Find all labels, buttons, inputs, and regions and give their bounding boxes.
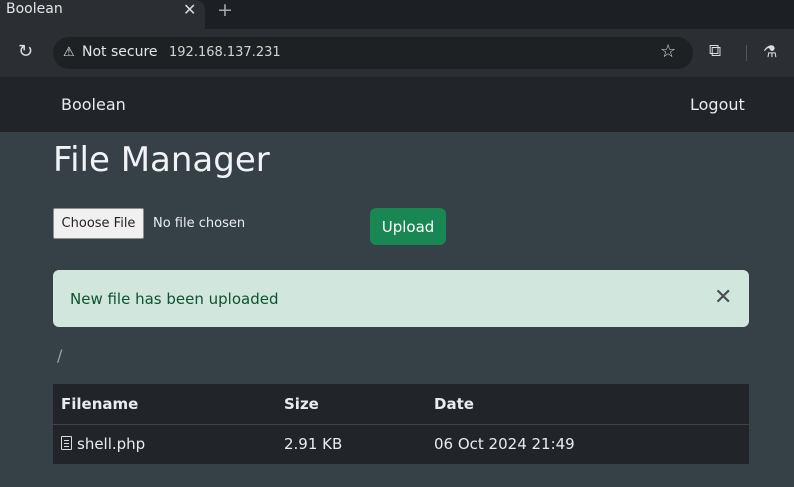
breadcrumb[interactable]: / [57,346,62,365]
file-icon [61,436,72,451]
navbar: Boolean Logout [0,77,794,132]
alert-message: New file has been uploaded [70,290,279,308]
extensions-icon[interactable]: ⧉ [709,41,721,61]
close-tab-icon[interactable]: ✕ [183,0,196,19]
files-table: Filename Size Date shell.php 2.91 KB 06 … [53,384,749,464]
url-text[interactable]: 192.168.137.231 [169,45,281,60]
warning-icon[interactable]: ⚠ [63,45,75,60]
navbar-brand-link[interactable]: Boolean [61,95,126,114]
file-status-text: No file chosen [153,216,246,231]
reload-icon[interactable]: ↻ [18,41,33,62]
security-label[interactable]: Not secure [82,44,158,60]
column-header-date: Date [434,394,474,413]
size-cell: 2.91 KB [284,435,343,454]
table-row[interactable]: shell.php 2.91 KB 06 Oct 2024 21:49 [53,424,749,464]
date-cell: 06 Oct 2024 21:49 [434,435,575,454]
new-tab-icon[interactable]: + [217,0,233,21]
filename-link[interactable]: shell.php [77,435,145,453]
column-header-filename: Filename [61,394,139,413]
labs-icon[interactable]: ⚗ [763,42,777,61]
table-header-row: Filename Size Date [53,384,749,424]
success-alert: New file has been uploaded ✕ [53,270,749,327]
close-icon[interactable]: ✕ [714,287,732,309]
column-header-size: Size [284,394,319,413]
logout-link[interactable]: Logout [690,95,745,114]
filename-cell[interactable]: shell.php [53,424,276,464]
star-icon[interactable]: ☆ [660,41,676,62]
upload-button[interactable]: Upload [370,208,446,245]
browser-tab-strip: Boolean ✕ + [0,0,794,29]
page-title: File Manager [53,140,270,180]
browser-tab[interactable]: Boolean ✕ [0,0,205,29]
browser-toolbar: ↻ ⚠ Not secure 192.168.137.231 ☆ ⧉ ⚗ [0,29,794,77]
choose-file-button[interactable]: Choose File [53,208,144,239]
toolbar-divider [746,45,747,61]
address-bar[interactable]: ⚠ Not secure 192.168.137.231 ☆ [53,37,693,69]
tab-title: Boolean [6,1,63,17]
